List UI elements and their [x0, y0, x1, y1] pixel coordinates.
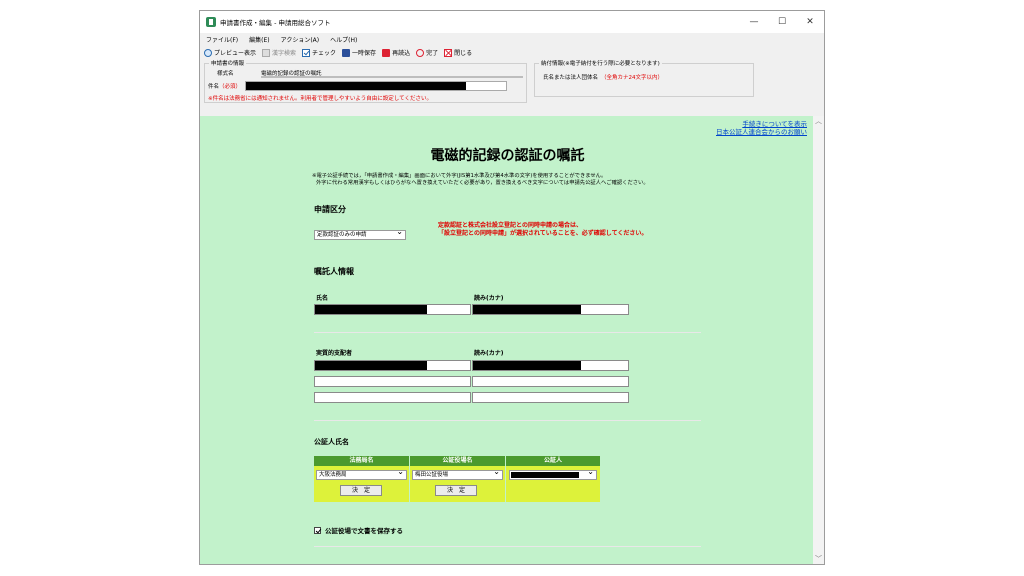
minimize-button[interactable]: — — [740, 17, 768, 27]
divider-3 — [314, 546, 701, 547]
office-decide-button[interactable]: 決 定 — [435, 485, 477, 496]
payment-group-title: 納付情報(※電子納付を行う際に必要となります) — [539, 59, 662, 67]
window-title: 申請書作成・編集 - 申請用総合ソフト — [220, 19, 331, 27]
principal-heading: 嘱託人情報 — [314, 267, 354, 276]
reload-label: 再読込 — [392, 50, 411, 57]
controller-input-2[interactable] — [314, 376, 471, 387]
controller-kana-label: 読み(カナ) — [474, 350, 504, 357]
kanji-search-label: 漢字検索 — [272, 50, 297, 57]
warning-line2: 「設立登記との同時申請」が選択されていることを、必ず確認してください。 — [438, 230, 648, 237]
applicant-info-group: 申請書の情報 様式名 電磁的記録の認証の嘱託 件名 （必須） ※件名は法務省には… — [204, 59, 527, 103]
save-at-office-label: 公証役場で文書を保存する — [325, 527, 403, 535]
close-window-button[interactable]: ✕ — [796, 17, 824, 27]
kana-input[interactable] — [472, 304, 629, 315]
subject-note: ※件名は法務省には通知されません。利用者で管理しやすいよう自由に設定してください… — [208, 96, 432, 102]
header-bureau: 法務局名 — [314, 456, 409, 466]
subject-input[interactable] — [245, 81, 508, 91]
scroll-up-icon[interactable]: ︿ — [813, 116, 824, 126]
search-icon — [262, 48, 271, 57]
maximize-button[interactable]: ☐ — [768, 17, 796, 27]
warning-line1: 定款認証と株式会社設立登記との同時申請の場合は、 — [438, 222, 582, 229]
name-input[interactable] — [314, 304, 471, 315]
reload-icon — [382, 48, 391, 57]
vertical-scrollbar[interactable]: ︿ ﹀ — [813, 116, 824, 564]
done-button[interactable]: 完了 — [416, 48, 438, 57]
toolbar: プレビュー表示 漢字検索 チェック 一時保存 再読込 完了 閉じる — [200, 46, 824, 59]
subject-required: （必須） — [219, 84, 242, 90]
app-icon — [206, 17, 216, 27]
notary-heading: 公証人氏名 — [314, 438, 349, 446]
done-label: 完了 — [426, 50, 439, 57]
kana-label: 読み(カナ) — [474, 295, 504, 302]
menu-help[interactable]: ヘルプ(H) — [330, 35, 357, 44]
payment-info-group: 納付情報(※電子納付を行う際に必要となります) 氏名または法人団体名 （全角カナ… — [534, 59, 754, 97]
page-title: 電磁的記録の認証の嘱託 — [430, 148, 585, 164]
name-label: 氏名 — [316, 295, 329, 302]
menu-action[interactable]: アクション(A) — [281, 35, 320, 44]
form-name-underline — [261, 76, 523, 78]
bureau-decide-button[interactable]: 決 定 — [340, 485, 382, 496]
divider-2 — [314, 420, 701, 421]
check-button[interactable]: チェック — [302, 48, 336, 57]
close-icon — [444, 48, 453, 57]
redacted-kana — [473, 305, 581, 314]
federation-request-link[interactable]: 日本公証人連合会からのお願い — [716, 128, 807, 136]
title-bar: 申請書作成・編集 - 申請用総合ソフト — ☐ ✕ — [200, 11, 824, 33]
request-type-select[interactable]: 定款認証のみの申請 — [314, 228, 406, 240]
controller-input-3[interactable] — [314, 392, 471, 403]
check-icon — [302, 48, 311, 57]
notary-select[interactable] — [509, 468, 597, 480]
redacted-subject — [246, 82, 467, 90]
menu-bar: ファイル(F) 編集(E) アクション(A) ヘルプ(H) — [200, 33, 824, 46]
temp-save-label: 一時保存 — [352, 50, 377, 57]
temp-save-button[interactable]: 一時保存 — [342, 48, 376, 57]
floppy-icon — [342, 48, 351, 57]
reload-button[interactable]: 再読込 — [382, 48, 410, 57]
controller-input-1[interactable] — [314, 360, 471, 371]
subject-label: 件名 — [208, 84, 220, 90]
simultaneous-warning: 定款認証と株式会社設立登記との同時申請の場合は、 「設立登記との同時申請」が選択… — [438, 222, 647, 238]
scroll-down-icon[interactable]: ﹀ — [813, 554, 824, 564]
office-select[interactable]: 梅田公証役場 — [412, 468, 503, 480]
info-panel: 申請書の情報 様式名 電磁的記録の認証の嘱託 件名 （必須） ※件名は法務省には… — [200, 59, 824, 103]
gaiji-note-line2: 外字に代わる常用漢字もしくはひらがなへ置き換えていただく必要があり，置き換えるべ… — [316, 180, 649, 186]
help-links: 手続きについてを表示 日本公証人連合会からのお願い — [716, 120, 807, 136]
redacted-controller-kana — [473, 361, 581, 370]
menu-edit[interactable]: 編集(E) — [249, 35, 269, 44]
payment-name-hint: （全角カナ24文字以内） — [601, 75, 664, 81]
controller-kana-input-2[interactable] — [472, 376, 629, 387]
done-icon — [416, 48, 425, 57]
payment-name-label: 氏名または法人団体名 — [543, 75, 599, 81]
header-notary: 公証人 — [506, 456, 600, 466]
bureau-select[interactable]: 大阪法務局 — [316, 468, 407, 480]
request-type-heading: 申請区分 — [314, 205, 346, 214]
redacted-controller — [315, 361, 427, 370]
form-content: 手続きについてを表示 日本公証人連合会からのお願い 電磁的記録の認証の嘱託 ※電… — [200, 116, 815, 564]
header-office: 公証役場名 — [410, 456, 505, 466]
preview-label: プレビュー表示 — [214, 50, 257, 57]
preview-icon — [204, 48, 212, 57]
form-name-label: 様式名 — [217, 71, 234, 77]
close-button[interactable]: 閉じる — [444, 48, 472, 57]
procedure-link[interactable]: 手続きについてを表示 — [716, 120, 807, 128]
applicant-group-title: 申請書の情報 — [209, 59, 247, 67]
redacted-name — [315, 305, 427, 314]
close-label: 閉じる — [454, 50, 473, 57]
controller-label: 実質的支配者 — [316, 350, 353, 357]
controller-kana-input-1[interactable] — [472, 360, 629, 371]
save-at-office-checkbox[interactable] — [314, 526, 321, 534]
gaiji-note: ※電子公証手続では，「申請書作成・編集」画面において外字(JIS第1水準及び第4… — [312, 173, 812, 187]
redacted-notary — [511, 472, 579, 478]
save-at-office-option[interactable]: 公証役場で文書を保存する — [314, 525, 403, 535]
kanji-search-button[interactable]: 漢字検索 — [262, 48, 296, 57]
preview-button[interactable]: プレビュー表示 — [204, 48, 256, 57]
divider-1 — [314, 332, 701, 333]
gaiji-note-line1: ※電子公証手続では，「申請書作成・編集」画面において外字(JIS第1水準及び第4… — [312, 173, 607, 179]
check-label: チェック — [312, 50, 337, 57]
controller-kana-input-3[interactable] — [472, 392, 629, 403]
app-window: 申請書作成・編集 - 申請用総合ソフト — ☐ ✕ ファイル(F) 編集(E) … — [199, 10, 825, 565]
menu-file[interactable]: ファイル(F) — [206, 35, 238, 44]
